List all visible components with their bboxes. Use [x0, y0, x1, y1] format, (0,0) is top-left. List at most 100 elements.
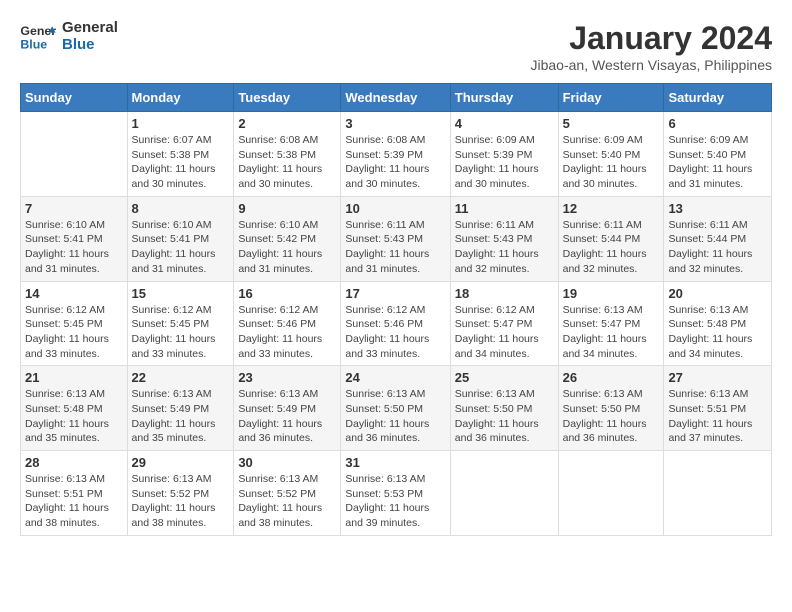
- day-info: Sunrise: 6:08 AM Sunset: 5:39 PM Dayligh…: [345, 133, 445, 192]
- day-number: 8: [132, 201, 230, 216]
- day-number: 29: [132, 455, 230, 470]
- day-info: Sunrise: 6:13 AM Sunset: 5:51 PM Dayligh…: [25, 472, 123, 531]
- day-number: 20: [668, 286, 767, 301]
- day-number: 25: [455, 370, 554, 385]
- col-header-monday: Monday: [127, 84, 234, 112]
- day-info: Sunrise: 6:13 AM Sunset: 5:50 PM Dayligh…: [455, 387, 554, 446]
- week-row-1: 1 Sunrise: 6:07 AM Sunset: 5:38 PM Daylig…: [21, 112, 772, 197]
- day-number: 28: [25, 455, 123, 470]
- day-number: 17: [345, 286, 445, 301]
- calendar-cell: 6 Sunrise: 6:09 AM Sunset: 5:40 PM Daylig…: [664, 112, 772, 197]
- day-info: Sunrise: 6:13 AM Sunset: 5:49 PM Dayligh…: [132, 387, 230, 446]
- day-number: 23: [238, 370, 336, 385]
- day-info: Sunrise: 6:10 AM Sunset: 5:41 PM Dayligh…: [132, 218, 230, 277]
- day-number: 7: [25, 201, 123, 216]
- day-info: Sunrise: 6:13 AM Sunset: 5:48 PM Dayligh…: [25, 387, 123, 446]
- day-info: Sunrise: 6:12 AM Sunset: 5:45 PM Dayligh…: [132, 303, 230, 362]
- day-info: Sunrise: 6:12 AM Sunset: 5:45 PM Dayligh…: [25, 303, 123, 362]
- day-info: Sunrise: 6:10 AM Sunset: 5:42 PM Dayligh…: [238, 218, 336, 277]
- calendar-cell: [664, 451, 772, 536]
- month-title: January 2024: [531, 20, 773, 57]
- calendar-cell: 28 Sunrise: 6:13 AM Sunset: 5:51 PM Dayli…: [21, 451, 128, 536]
- col-header-saturday: Saturday: [664, 84, 772, 112]
- calendar-cell: 16 Sunrise: 6:12 AM Sunset: 5:46 PM Dayli…: [234, 281, 341, 366]
- calendar-cell: 26Sunrise: 6:13 AM Sunset: 5:50 PM Dayli…: [558, 366, 664, 451]
- day-info: Sunrise: 6:12 AM Sunset: 5:46 PM Dayligh…: [238, 303, 336, 362]
- day-info: Sunrise: 6:13 AM Sunset: 5:52 PM Dayligh…: [238, 472, 336, 531]
- day-number: 6: [668, 116, 767, 131]
- calendar-cell: 21Sunrise: 6:13 AM Sunset: 5:48 PM Dayli…: [21, 366, 128, 451]
- day-info: Sunrise: 6:13 AM Sunset: 5:50 PM Dayligh…: [345, 387, 445, 446]
- day-number: 10: [345, 201, 445, 216]
- calendar-cell: 11 Sunrise: 6:11 AM Sunset: 5:43 PM Dayli…: [450, 196, 558, 281]
- day-number: 18: [455, 286, 554, 301]
- day-number: 11: [455, 201, 554, 216]
- calendar-cell: 8 Sunrise: 6:10 AM Sunset: 5:41 PM Daylig…: [127, 196, 234, 281]
- calendar-cell: 1 Sunrise: 6:07 AM Sunset: 5:38 PM Daylig…: [127, 112, 234, 197]
- calendar-cell: 12Sunrise: 6:11 AM Sunset: 5:44 PM Dayli…: [558, 196, 664, 281]
- calendar-header: SundayMondayTuesdayWednesdayThursdayFrid…: [21, 84, 772, 112]
- day-info: Sunrise: 6:07 AM Sunset: 5:38 PM Dayligh…: [132, 133, 230, 192]
- logo-icon: General Blue: [20, 22, 56, 52]
- day-info: Sunrise: 6:11 AM Sunset: 5:43 PM Dayligh…: [345, 218, 445, 277]
- title-block: January 2024 Jibao-an, Western Visayas, …: [531, 20, 773, 73]
- calendar-cell: 7 Sunrise: 6:10 AM Sunset: 5:41 PM Daylig…: [21, 196, 128, 281]
- day-number: 12: [563, 201, 660, 216]
- day-number: 24: [345, 370, 445, 385]
- calendar-cell: 23 Sunrise: 6:13 AM Sunset: 5:49 PM Dayli…: [234, 366, 341, 451]
- col-header-friday: Friday: [558, 84, 664, 112]
- day-number: 4: [455, 116, 554, 131]
- calendar-body: 1 Sunrise: 6:07 AM Sunset: 5:38 PM Daylig…: [21, 112, 772, 536]
- calendar-cell: 19Sunrise: 6:13 AM Sunset: 5:47 PM Dayli…: [558, 281, 664, 366]
- day-info: Sunrise: 6:09 AM Sunset: 5:40 PM Dayligh…: [563, 133, 660, 192]
- calendar-cell: 15 Sunrise: 6:12 AM Sunset: 5:45 PM Dayli…: [127, 281, 234, 366]
- header-row: SundayMondayTuesdayWednesdayThursdayFrid…: [21, 84, 772, 112]
- location-subtitle: Jibao-an, Western Visayas, Philippines: [531, 57, 773, 73]
- calendar-cell: 4 Sunrise: 6:09 AM Sunset: 5:39 PM Daylig…: [450, 112, 558, 197]
- calendar-cell: [558, 451, 664, 536]
- day-number: 16: [238, 286, 336, 301]
- day-info: Sunrise: 6:10 AM Sunset: 5:41 PM Dayligh…: [25, 218, 123, 277]
- day-info: Sunrise: 6:09 AM Sunset: 5:40 PM Dayligh…: [668, 133, 767, 192]
- logo: General Blue General Blue: [20, 20, 118, 53]
- day-number: 3: [345, 116, 445, 131]
- day-info: Sunrise: 6:13 AM Sunset: 5:49 PM Dayligh…: [238, 387, 336, 446]
- day-number: 9: [238, 201, 336, 216]
- page-header: General Blue General Blue January 2024 J…: [20, 20, 772, 73]
- day-number: 19: [563, 286, 660, 301]
- day-number: 22: [132, 370, 230, 385]
- day-number: 2: [238, 116, 336, 131]
- day-info: Sunrise: 6:09 AM Sunset: 5:39 PM Dayligh…: [455, 133, 554, 192]
- calendar-cell: 3 Sunrise: 6:08 AM Sunset: 5:39 PM Daylig…: [341, 112, 450, 197]
- logo-general: General: [62, 20, 118, 37]
- calendar-cell: 22 Sunrise: 6:13 AM Sunset: 5:49 PM Dayli…: [127, 366, 234, 451]
- calendar-cell: 27Sunrise: 6:13 AM Sunset: 5:51 PM Dayli…: [664, 366, 772, 451]
- day-number: 31: [345, 455, 445, 470]
- calendar-cell: [21, 112, 128, 197]
- day-number: 5: [563, 116, 660, 131]
- calendar-cell: 20 Sunrise: 6:13 AM Sunset: 5:48 PM Dayli…: [664, 281, 772, 366]
- day-number: 1: [132, 116, 230, 131]
- calendar-cell: 10 Sunrise: 6:11 AM Sunset: 5:43 PM Dayli…: [341, 196, 450, 281]
- day-info: Sunrise: 6:12 AM Sunset: 5:46 PM Dayligh…: [345, 303, 445, 362]
- week-row-4: 21Sunrise: 6:13 AM Sunset: 5:48 PM Dayli…: [21, 366, 772, 451]
- day-number: 27: [668, 370, 767, 385]
- calendar-cell: 13 Sunrise: 6:11 AM Sunset: 5:44 PM Dayli…: [664, 196, 772, 281]
- calendar-cell: 30 Sunrise: 6:13 AM Sunset: 5:52 PM Dayli…: [234, 451, 341, 536]
- week-row-2: 7 Sunrise: 6:10 AM Sunset: 5:41 PM Daylig…: [21, 196, 772, 281]
- day-number: 30: [238, 455, 336, 470]
- day-number: 13: [668, 201, 767, 216]
- calendar-cell: 14 Sunrise: 6:12 AM Sunset: 5:45 PM Dayli…: [21, 281, 128, 366]
- day-info: Sunrise: 6:13 AM Sunset: 5:48 PM Dayligh…: [668, 303, 767, 362]
- day-number: 14: [25, 286, 123, 301]
- calendar-cell: 9 Sunrise: 6:10 AM Sunset: 5:42 PM Daylig…: [234, 196, 341, 281]
- calendar-cell: [450, 451, 558, 536]
- day-info: Sunrise: 6:13 AM Sunset: 5:50 PM Dayligh…: [563, 387, 660, 446]
- day-number: 15: [132, 286, 230, 301]
- day-info: Sunrise: 6:11 AM Sunset: 5:43 PM Dayligh…: [455, 218, 554, 277]
- calendar-cell: 18 Sunrise: 6:12 AM Sunset: 5:47 PM Dayli…: [450, 281, 558, 366]
- col-header-thursday: Thursday: [450, 84, 558, 112]
- day-info: Sunrise: 6:11 AM Sunset: 5:44 PM Dayligh…: [668, 218, 767, 277]
- day-info: Sunrise: 6:12 AM Sunset: 5:47 PM Dayligh…: [455, 303, 554, 362]
- col-header-sunday: Sunday: [21, 84, 128, 112]
